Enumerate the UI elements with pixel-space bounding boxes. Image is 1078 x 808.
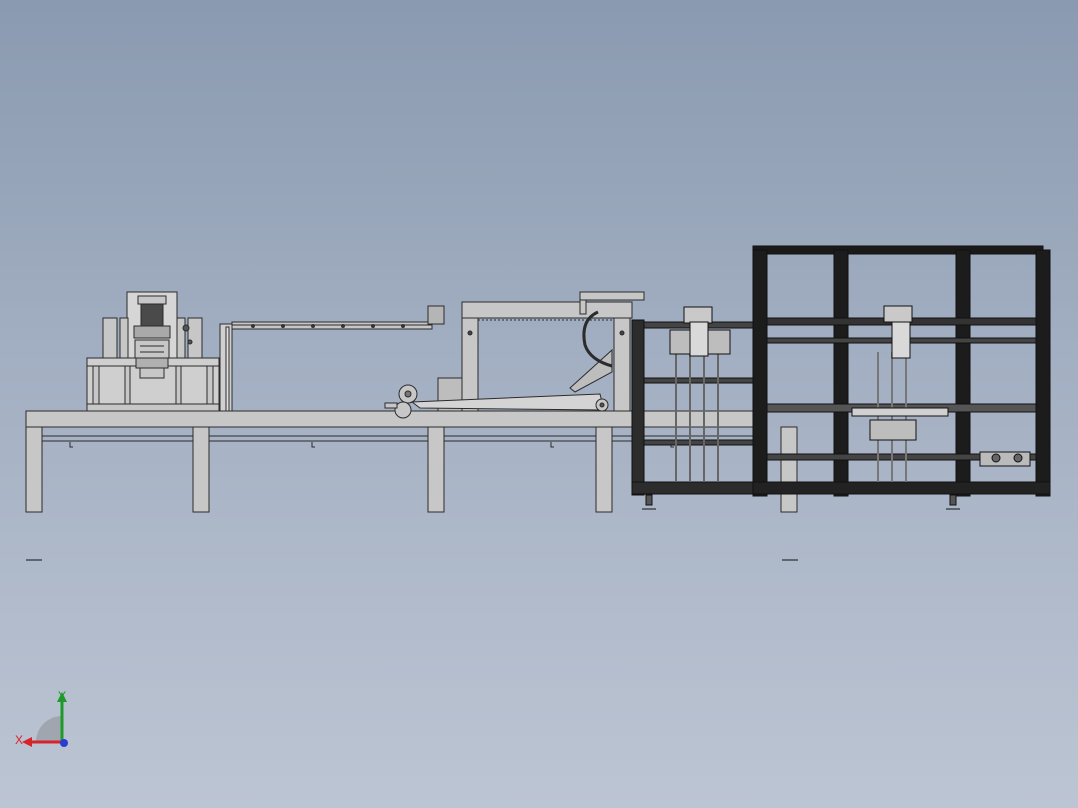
coordinate-triad: [22, 692, 68, 747]
machine-assembly-drawing[interactable]: [0, 0, 1078, 808]
box-forming-frame[interactable]: [631, 245, 1051, 510]
y-axis-label: Y: [58, 689, 67, 703]
triad-arc-icon: [36, 716, 62, 742]
folding-station[interactable]: [384, 291, 645, 419]
x-axis-label: X: [15, 733, 24, 747]
cad-viewport[interactable]: Y X: [0, 0, 1078, 808]
base-table: [25, 410, 798, 513]
press-station[interactable]: [86, 291, 220, 412]
z-axis-dot-icon: [60, 739, 68, 747]
